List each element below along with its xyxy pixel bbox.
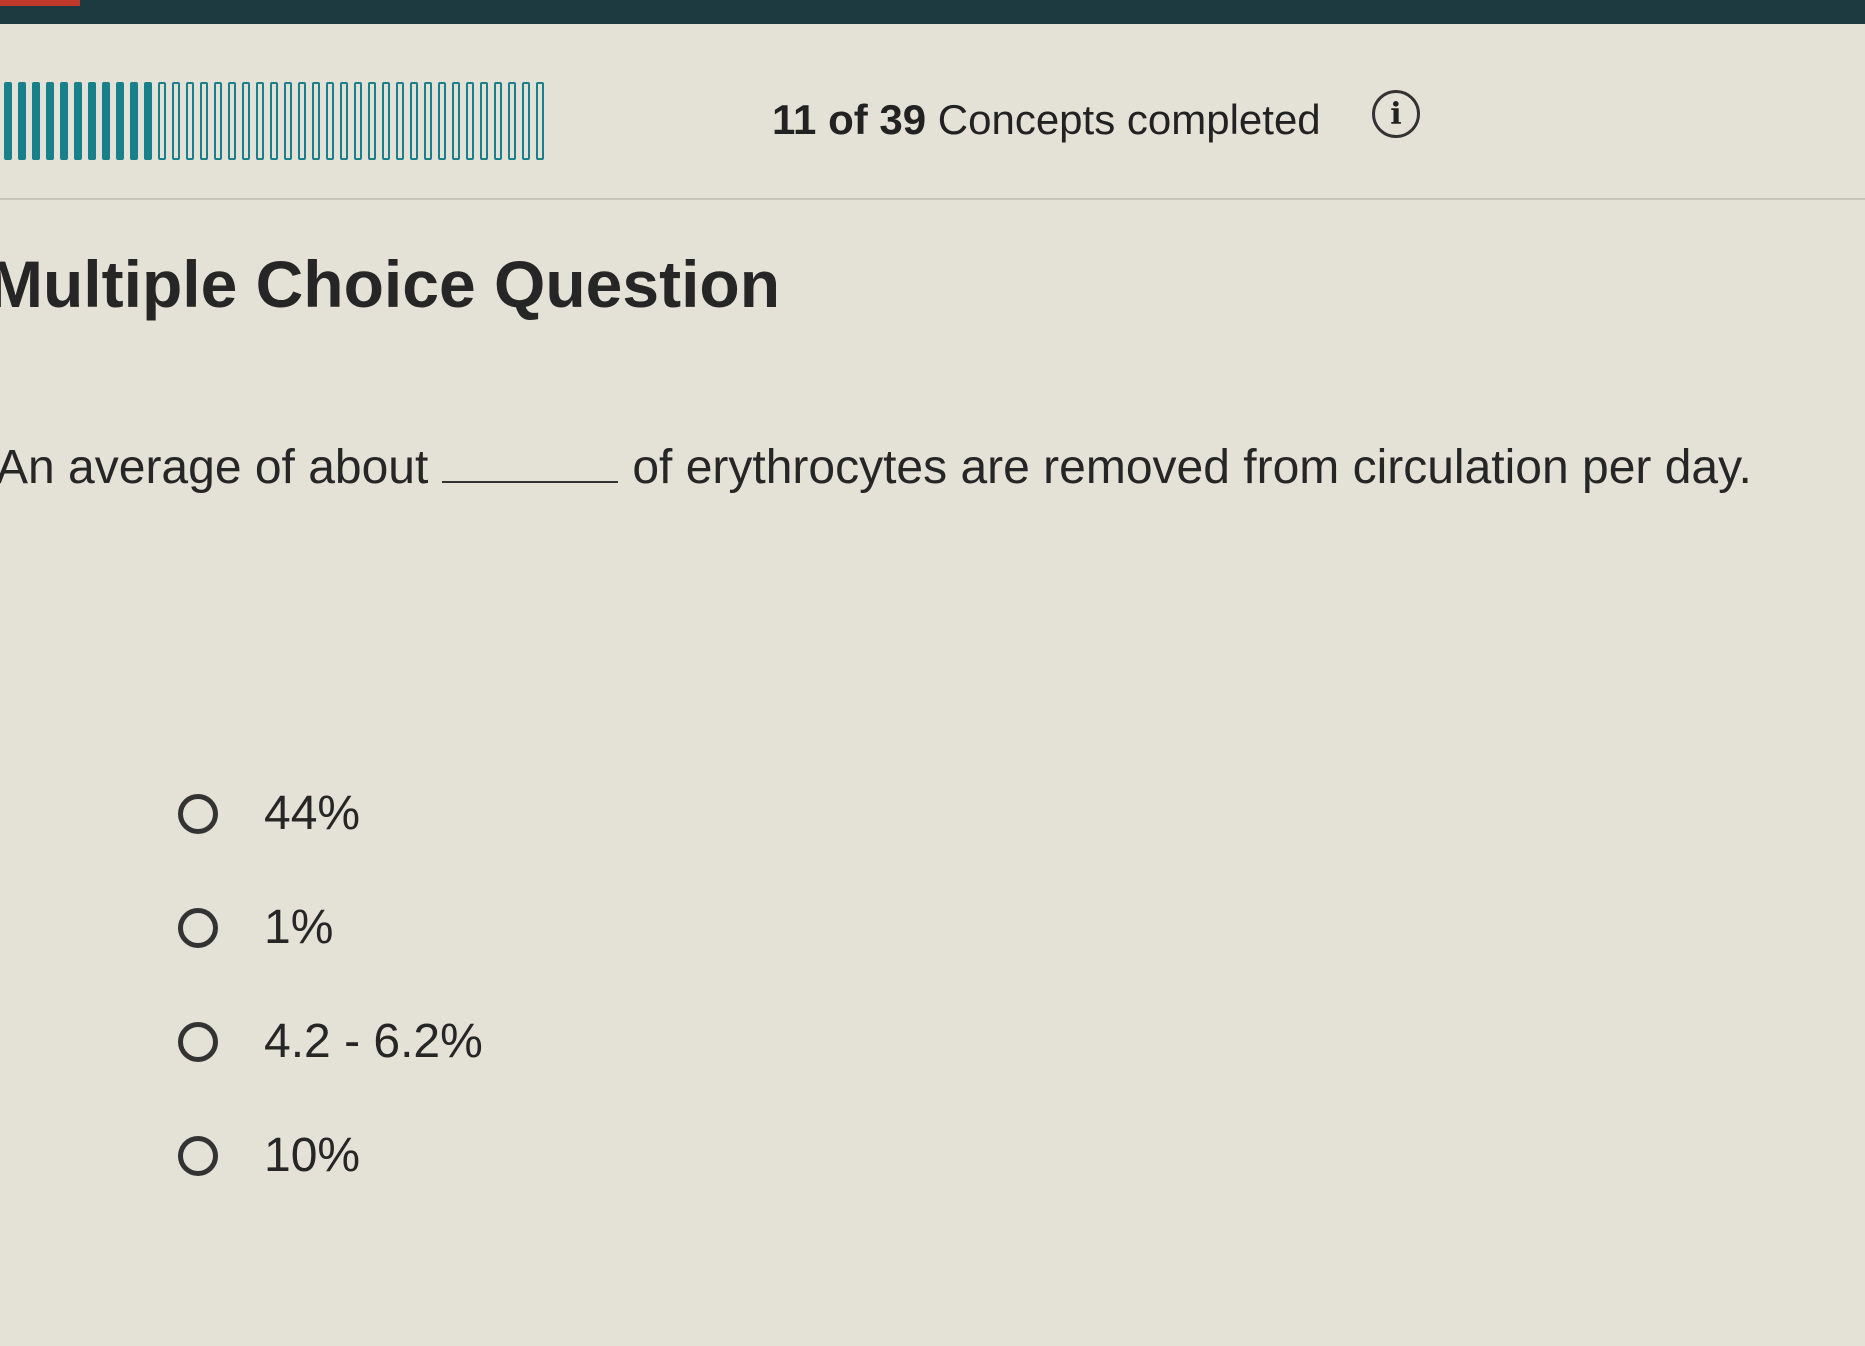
progress-segment-remaining bbox=[312, 82, 320, 160]
top-accent-mark bbox=[0, 0, 80, 6]
progress-segment-remaining bbox=[410, 82, 418, 160]
progress-count: 11 of 39 bbox=[772, 96, 927, 143]
info-icon[interactable]: i bbox=[1372, 90, 1420, 138]
option-label: 44% bbox=[264, 787, 361, 840]
progress-segment-completed bbox=[60, 82, 68, 160]
progress-segment-remaining bbox=[396, 82, 404, 160]
progress-segment-remaining bbox=[466, 82, 474, 160]
answer-option[interactable]: 10% bbox=[178, 1132, 483, 1180]
progress-segment-remaining bbox=[382, 82, 390, 160]
progress-segment-completed bbox=[130, 82, 138, 160]
option-label: 4.2 - 6.2% bbox=[264, 1015, 483, 1068]
progress-segment-remaining bbox=[424, 82, 432, 160]
question-type-title: Multiple Choice Question bbox=[0, 247, 781, 321]
progress-segment-remaining bbox=[186, 82, 194, 160]
progress-segment-remaining bbox=[242, 82, 250, 160]
concept-progress-bar bbox=[4, 82, 544, 160]
option-label: 1% bbox=[264, 901, 334, 954]
info-glyph: i bbox=[1390, 96, 1402, 132]
progress-segment-remaining bbox=[158, 82, 166, 160]
progress-segment-remaining bbox=[522, 82, 530, 160]
header-divider bbox=[0, 198, 1865, 200]
progress-text: Concepts completed bbox=[926, 96, 1321, 143]
progress-segment-completed bbox=[88, 82, 96, 160]
progress-segment-remaining bbox=[228, 82, 236, 160]
progress-segment-remaining bbox=[354, 82, 362, 160]
top-strip bbox=[0, 0, 1865, 24]
progress-segment-completed bbox=[4, 82, 12, 160]
progress-segment-remaining bbox=[214, 82, 222, 160]
progress-segment-completed bbox=[102, 82, 110, 160]
progress-label: 11 of 39 Concepts completed bbox=[772, 96, 1321, 144]
progress-segment-remaining bbox=[200, 82, 208, 160]
radio-icon[interactable] bbox=[178, 1136, 218, 1176]
progress-segment-remaining bbox=[284, 82, 292, 160]
option-label: 10% bbox=[264, 1129, 361, 1182]
progress-segment-remaining bbox=[508, 82, 516, 160]
radio-icon[interactable] bbox=[178, 794, 218, 834]
progress-segment-remaining bbox=[494, 82, 502, 160]
progress-segment-remaining bbox=[340, 82, 348, 160]
answer-options: 44% 1% 4.2 - 6.2% 10% bbox=[178, 790, 483, 1246]
radio-icon[interactable] bbox=[178, 908, 218, 948]
answer-blank bbox=[442, 480, 619, 483]
progress-segment-completed bbox=[18, 82, 26, 160]
answer-option[interactable]: 1% bbox=[178, 904, 483, 952]
radio-icon[interactable] bbox=[178, 1022, 218, 1062]
progress-segment-remaining bbox=[298, 82, 306, 160]
progress-segment-completed bbox=[32, 82, 40, 160]
progress-segment-remaining bbox=[172, 82, 180, 160]
question-prompt: An average of about of erythrocytes are r… bbox=[0, 440, 1752, 495]
answer-option[interactable]: 44% bbox=[178, 790, 483, 838]
progress-segment-remaining bbox=[368, 82, 376, 160]
prompt-after: of erythrocytes are removed from circula… bbox=[632, 441, 1752, 494]
progress-segment-completed bbox=[74, 82, 82, 160]
prompt-before: An average of about bbox=[0, 441, 429, 494]
progress-segment-remaining bbox=[326, 82, 334, 160]
progress-segment-remaining bbox=[438, 82, 446, 160]
progress-segment-remaining bbox=[270, 82, 278, 160]
progress-segment-completed bbox=[46, 82, 54, 160]
progress-segment-remaining bbox=[536, 82, 544, 160]
progress-segment-completed bbox=[116, 82, 124, 160]
progress-segment-remaining bbox=[256, 82, 264, 160]
progress-segment-remaining bbox=[452, 82, 460, 160]
answer-option[interactable]: 4.2 - 6.2% bbox=[178, 1018, 483, 1066]
progress-segment-completed bbox=[144, 82, 152, 160]
progress-header: 11 of 39 Concepts completed i bbox=[0, 70, 1865, 190]
progress-segment-remaining bbox=[480, 82, 488, 160]
